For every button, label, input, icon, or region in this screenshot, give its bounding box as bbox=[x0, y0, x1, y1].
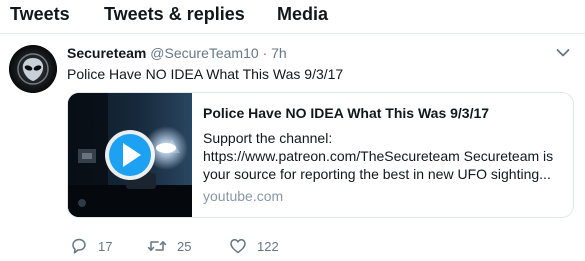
card-content: Police Have NO IDEA What This Was 9/3/17… bbox=[203, 105, 563, 204]
avatar[interactable] bbox=[9, 45, 57, 93]
alien-avatar-icon bbox=[9, 45, 57, 93]
reply-button[interactable]: 17 bbox=[70, 236, 112, 256]
tab-media[interactable]: Media bbox=[277, 4, 328, 25]
retweet-count: 25 bbox=[177, 238, 192, 254]
play-icon[interactable] bbox=[68, 93, 192, 217]
separator-dot: · bbox=[262, 45, 268, 61]
retweet-button[interactable]: 25 bbox=[147, 236, 191, 256]
retweet-icon bbox=[147, 241, 167, 251]
reply-count: 17 bbox=[98, 238, 113, 254]
display-name[interactable]: Secureteam bbox=[67, 45, 146, 61]
tweet-header: Secureteam @SecureTeam10 · 7h bbox=[67, 45, 287, 61]
video-thumbnail[interactable] bbox=[68, 93, 192, 217]
user-handle[interactable]: @SecureTeam10 bbox=[150, 45, 258, 61]
chevron-down-icon[interactable] bbox=[556, 48, 570, 58]
tab-tweets-and-replies[interactable]: Tweets & replies bbox=[104, 4, 245, 25]
tweet[interactable]: Secureteam @SecureTeam10 · 7h Police Hav… bbox=[0, 34, 585, 261]
heart-icon bbox=[230, 239, 246, 254]
tweet-text: Police Have NO IDEA What This Was 9/3/17 bbox=[67, 66, 344, 82]
reply-icon bbox=[72, 238, 86, 254]
card-title: Police Have NO IDEA What This Was 9/3/17 bbox=[203, 105, 490, 121]
tab-tweets[interactable]: Tweets bbox=[10, 4, 70, 25]
card-domain: youtube.com bbox=[203, 188, 284, 204]
profile-tabs: Tweets Tweets & replies Media bbox=[0, 0, 585, 34]
card-description: Support the channel: https://www.patreon… bbox=[203, 129, 563, 183]
card-description-line: Support the channel: bbox=[203, 130, 333, 146]
like-button[interactable]: 122 bbox=[229, 236, 279, 256]
like-count: 122 bbox=[257, 238, 279, 254]
link-card[interactable]: Police Have NO IDEA What This Was 9/3/17… bbox=[67, 92, 574, 218]
card-description-line: https://www.patreon.com/TheSecureteam Se… bbox=[203, 148, 554, 164]
card-description-line: your source for reporting the best in ne… bbox=[203, 166, 551, 182]
tweet-actions: 17 25 122 bbox=[67, 236, 467, 256]
timestamp[interactable]: 7h bbox=[271, 45, 287, 61]
